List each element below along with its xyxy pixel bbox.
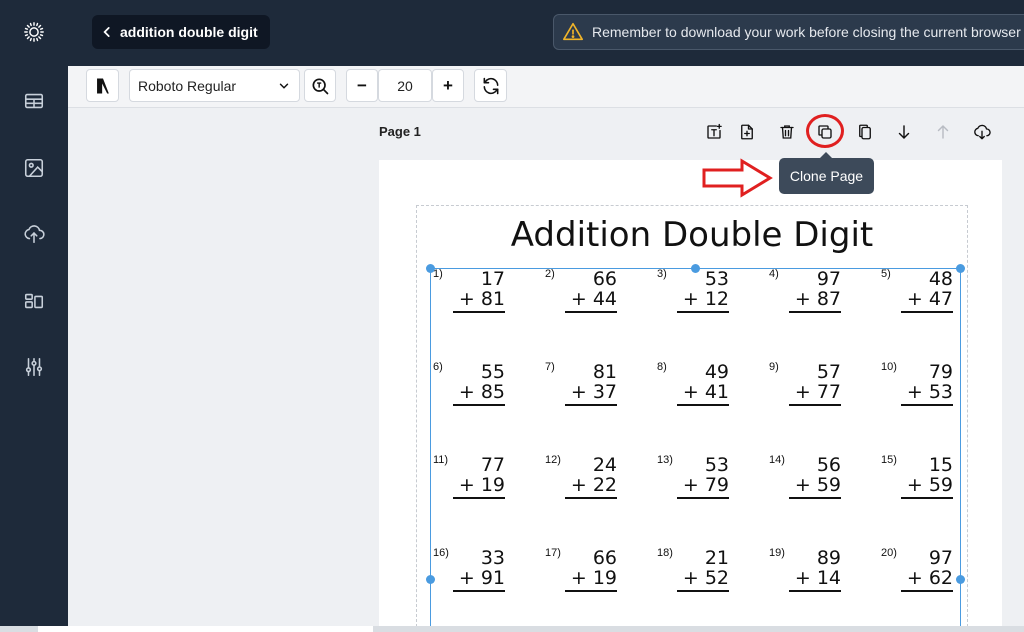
- resize-handle[interactable]: [956, 264, 965, 273]
- table-icon[interactable]: [17, 84, 51, 118]
- text-style-icon: [96, 78, 109, 93]
- increase-size-button[interactable]: +: [432, 69, 464, 102]
- chevron-left-icon: [103, 27, 110, 37]
- resize-handle[interactable]: [691, 264, 700, 273]
- top-bar: addition double digit Remember to downlo…: [68, 0, 1024, 66]
- document-title: addition double digit: [120, 24, 258, 40]
- add-text-button[interactable]: [702, 120, 726, 144]
- worksheet-title[interactable]: Addition Double Digit: [416, 215, 968, 255]
- move-up-button[interactable]: [931, 120, 955, 144]
- download-notice: Remember to download your work before cl…: [553, 14, 1024, 50]
- font-select[interactable]: Roboto Regular: [129, 69, 300, 102]
- back-button[interactable]: addition double digit: [92, 15, 270, 49]
- text-style-button[interactable]: [86, 69, 119, 102]
- delete-page-button[interactable]: [775, 120, 799, 144]
- cloud-download-icon: [974, 124, 991, 140]
- copy-page-icon: [859, 124, 871, 140]
- resize-handle[interactable]: [426, 264, 435, 273]
- add-page-button[interactable]: [735, 120, 759, 144]
- scrollbar-thumb[interactable]: [38, 626, 373, 632]
- text-toolbar: Roboto Regular − 20 +: [68, 66, 1024, 108]
- page-label: Page 1: [379, 124, 421, 139]
- layout-icon[interactable]: [17, 284, 51, 318]
- resize-handle[interactable]: [426, 575, 435, 584]
- notice-text: Remember to download your work before cl…: [592, 24, 1024, 40]
- decrease-size-button[interactable]: −: [346, 69, 378, 102]
- refresh-icon: [483, 77, 498, 94]
- move-down-button[interactable]: [892, 120, 916, 144]
- arrow-down-icon: [898, 125, 910, 140]
- font-size-input[interactable]: 20: [378, 69, 432, 102]
- clone-page-tooltip: Clone Page: [779, 152, 874, 194]
- image-icon[interactable]: [17, 151, 51, 185]
- refresh-button[interactable]: [474, 69, 507, 102]
- delete-page-icon: [780, 125, 794, 139]
- upload-icon[interactable]: [17, 217, 51, 251]
- chevron-down-icon: [279, 83, 289, 89]
- sidebar: [0, 0, 68, 632]
- scrollbar[interactable]: [0, 626, 1024, 632]
- plus-label: +: [443, 75, 453, 95]
- text-zoom-icon: [312, 78, 329, 94]
- download-page-button[interactable]: [970, 120, 994, 144]
- font-zoom-button[interactable]: [304, 69, 336, 102]
- pointer-arrow-icon: [702, 158, 773, 198]
- font-select-value: Roboto Regular: [138, 77, 237, 94]
- resize-handle[interactable]: [956, 575, 965, 584]
- copy-page-button[interactable]: [853, 120, 877, 144]
- warning-icon: [563, 22, 583, 41]
- add-text-icon: [707, 123, 722, 139]
- selection-box: [430, 268, 961, 632]
- arrow-up-icon: [937, 124, 949, 139]
- minus-label: −: [357, 75, 367, 95]
- add-page-icon: [741, 124, 753, 140]
- font-size-value: 20: [397, 77, 413, 94]
- highlight-circle: [806, 114, 844, 148]
- logo-icon[interactable]: [17, 15, 51, 49]
- sliders-icon[interactable]: [17, 350, 51, 384]
